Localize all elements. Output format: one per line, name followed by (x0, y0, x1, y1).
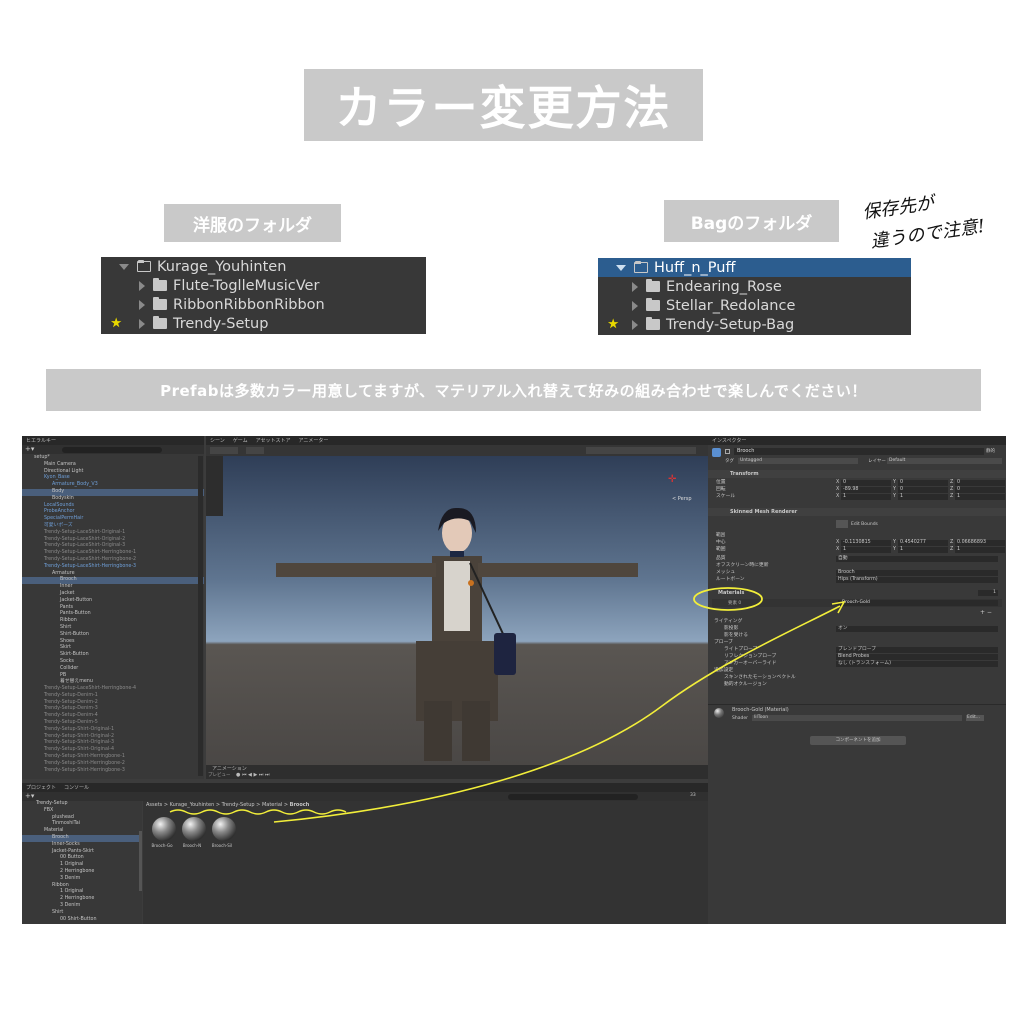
folder-icon (153, 297, 167, 310)
folder-open-icon (634, 261, 648, 273)
folder-root[interactable]: Kurage_Youhinten (101, 257, 426, 276)
bag-folder-label: Bagのフォルダ (664, 200, 839, 242)
folder-item[interactable]: RibbonRibbonRibbon (101, 295, 426, 314)
instruction-banner: Prefabは多数カラー用意してますが、マテリアル入れ替えて好みの組み合わせで楽… (46, 369, 981, 411)
collapse-arrow-icon[interactable] (139, 280, 145, 291)
folder-icon (646, 317, 660, 330)
annotation-arrow (273, 605, 841, 823)
folder-item[interactable]: Endearing_Rose (598, 277, 911, 296)
collapse-arrow-icon[interactable] (139, 318, 145, 329)
star-icon: ★ (109, 313, 124, 333)
folder-item-label: Stellar_Redolance (666, 297, 796, 314)
folder-root[interactable]: Huff_n_Puff (598, 258, 911, 277)
star-icon: ★ (606, 314, 621, 334)
folder-item-label: Endearing_Rose (666, 278, 782, 295)
unity-editor: ヒエラルキー +▾ setup* Main Camera Directional L… (22, 436, 1006, 924)
collapse-arrow-icon[interactable] (632, 319, 638, 330)
folder-root-label: Huff_n_Puff (654, 259, 736, 276)
folder-item[interactable]: Trendy-Setup-Bag (598, 315, 911, 334)
page-title: カラー変更方法 (304, 69, 703, 141)
materials-highlight-circle (693, 587, 763, 611)
folder-icon (153, 278, 167, 291)
folder-item[interactable]: Flute-ToglleMusicVer (101, 276, 426, 295)
folder-open-icon (137, 260, 151, 272)
folder-icon (153, 316, 167, 329)
clothes-folder-label: 洋服のフォルダ (164, 204, 341, 242)
folder-item[interactable]: Stellar_Redolance (598, 296, 911, 315)
folder-icon (646, 298, 660, 311)
folder-item-label: Flute-ToglleMusicVer (173, 277, 320, 294)
annotation-overlay (169, 587, 846, 823)
folder-root-label: Kurage_Youhinten (157, 258, 287, 275)
handwritten-note: 保存先が 違うので注意! (861, 178, 1018, 258)
expand-arrow-icon[interactable] (119, 263, 129, 270)
folder-item-label: RibbonRibbonRibbon (173, 296, 325, 313)
folder-item-label: Trendy-Setup (173, 315, 269, 332)
breadcrumb-underline (169, 809, 347, 815)
collapse-arrow-icon[interactable] (632, 281, 638, 292)
bag-folder-panel: Huff_n_Puff Endearing_Rose Stellar_Redol… (598, 258, 911, 335)
expand-arrow-icon[interactable] (616, 264, 626, 271)
collapse-arrow-icon[interactable] (632, 300, 638, 311)
folder-item[interactable]: Trendy-Setup (101, 314, 426, 333)
folder-item-label: Trendy-Setup-Bag (666, 316, 795, 333)
collapse-arrow-icon[interactable] (139, 299, 145, 310)
folder-icon (646, 279, 660, 292)
clothes-folder-panel: Kurage_Youhinten Flute-ToglleMusicVer Ri… (101, 257, 426, 334)
